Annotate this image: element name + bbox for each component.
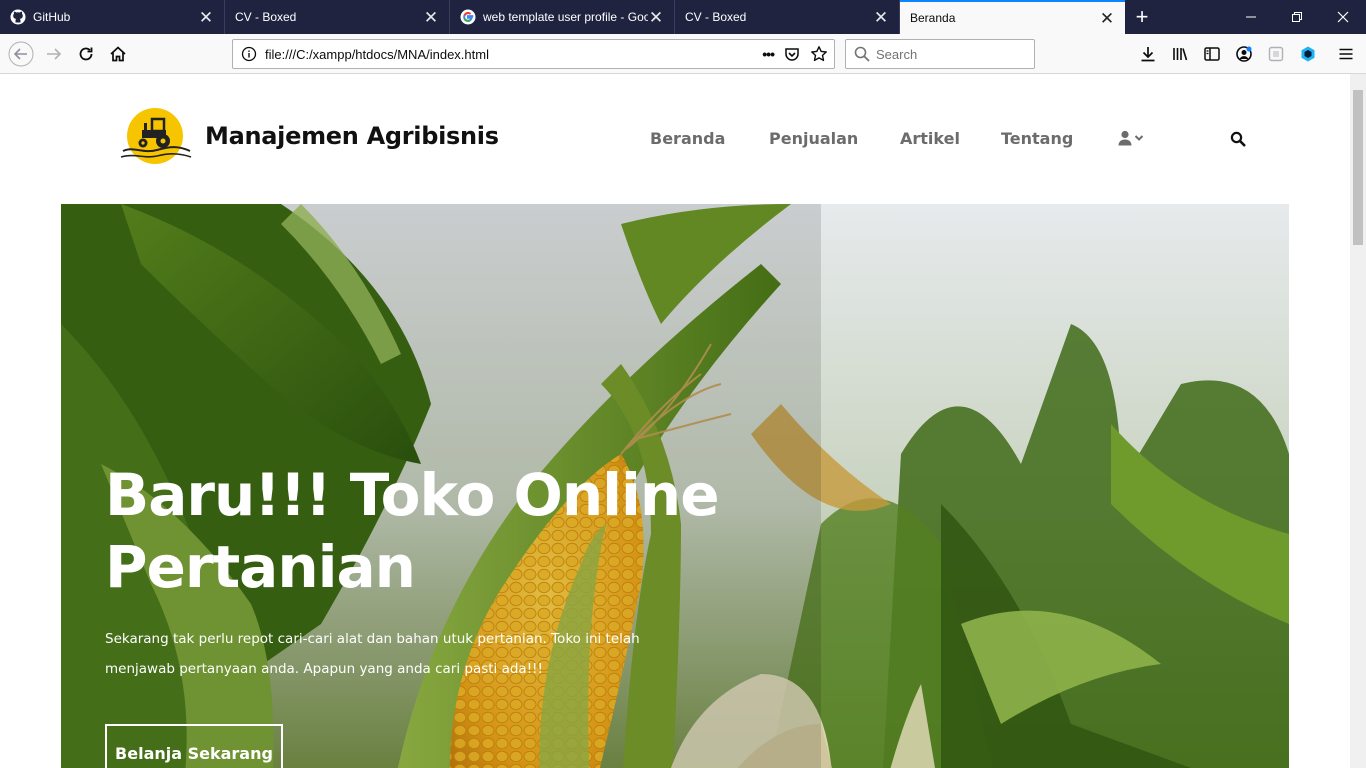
close-tab-icon[interactable]: ✕: [1099, 10, 1115, 27]
nav-artikel[interactable]: Artikel: [900, 129, 960, 148]
browser-search-box[interactable]: [845, 39, 1035, 69]
nav-penjualan[interactable]: Penjualan: [769, 129, 858, 148]
forward-button[interactable]: [38, 38, 70, 70]
browser-tab-github[interactable]: GitHub ✕: [0, 0, 225, 34]
chevron-down-icon: [1134, 135, 1144, 141]
close-tab-icon[interactable]: ✕: [873, 9, 889, 26]
tab-label: Beranda: [910, 11, 956, 25]
browser-search-input[interactable]: [876, 46, 1026, 62]
forward-arrow-icon: [47, 48, 62, 60]
user-dropdown[interactable]: [1118, 130, 1144, 146]
tab-label: web template user profile - Goo: [483, 10, 648, 24]
bookmark-star-icon[interactable]: [810, 45, 828, 63]
search-icon: [1230, 131, 1246, 147]
menu-button[interactable]: [1330, 38, 1362, 70]
browser-tab-cv-boxed[interactable]: CV - Boxed ✕: [225, 0, 450, 34]
tractor-logo-icon[interactable]: [120, 107, 194, 167]
nav-tentang[interactable]: Tentang: [1001, 129, 1073, 148]
sidebar-icon: [1204, 47, 1220, 61]
browser-toolbar: file:///C:/xampp/htdocs/MNA/index.html •…: [0, 34, 1366, 74]
back-arrow-icon: [8, 41, 34, 67]
account-button[interactable]: [1228, 38, 1260, 70]
hero-title-line-2: Pertanian: [105, 533, 416, 601]
tab-label: CV - Boxed: [235, 10, 297, 24]
close-tab-icon[interactable]: ✕: [198, 9, 214, 26]
hero-description-line-2: menjawab pertanyaan anda. Apapun yang an…: [105, 661, 543, 677]
download-icon: [1141, 47, 1155, 62]
google-icon: [460, 9, 476, 25]
pocket-icon[interactable]: [784, 46, 800, 62]
window-controls: [1228, 0, 1366, 34]
hamburger-menu-icon: [1339, 48, 1353, 60]
hero-description-line-1: Sekarang tak perlu repot cari-cari alat …: [105, 631, 640, 647]
browser-tab-beranda[interactable]: Beranda ✕: [900, 0, 1125, 34]
hero-description: Sekarang tak perlu repot cari-cari alat …: [105, 624, 685, 684]
library-icon: [1173, 48, 1188, 61]
minimize-icon[interactable]: [1228, 0, 1274, 34]
close-window-icon[interactable]: [1320, 0, 1366, 34]
extension-icon: [1268, 46, 1284, 62]
url-text[interactable]: file:///C:/xampp/htdocs/MNA/index.html: [265, 47, 762, 62]
cube-extension-icon: [1301, 46, 1315, 62]
reload-button[interactable]: [70, 38, 102, 70]
new-tab-button[interactable]: +: [1125, 0, 1159, 34]
github-icon: [10, 9, 26, 25]
url-bar[interactable]: file:///C:/xampp/htdocs/MNA/index.html •…: [232, 39, 835, 69]
close-tab-icon[interactable]: ✕: [423, 9, 439, 26]
reload-icon: [79, 47, 93, 61]
back-button[interactable]: [5, 38, 37, 70]
extension-button[interactable]: [1260, 38, 1292, 70]
hero-banner: Baru!!! Toko Online Pertanian Sekarang t…: [61, 204, 1289, 768]
tab-label: CV - Boxed: [685, 10, 747, 24]
site-search-button[interactable]: [1230, 131, 1246, 152]
scrollbar-thumb[interactable]: [1353, 90, 1363, 245]
tab-label: GitHub: [33, 10, 71, 24]
site-header: Manajemen Agribisnis Beranda Penjualan A…: [0, 74, 1350, 204]
home-icon: [110, 46, 126, 62]
browser-tab-strip: GitHub ✕ CV - Boxed ✕ web template user …: [0, 0, 1366, 34]
extension-cube-button[interactable]: [1292, 38, 1324, 70]
hero-title: Baru!!! Toko Online Pertanian: [105, 459, 745, 603]
close-tab-icon[interactable]: ✕: [648, 9, 664, 26]
restore-icon[interactable]: [1274, 0, 1320, 34]
search-icon: [854, 46, 870, 62]
info-icon[interactable]: [241, 46, 257, 62]
account-icon: [1236, 46, 1252, 62]
web-page: Manajemen Agribisnis Beranda Penjualan A…: [0, 74, 1350, 768]
site-brand[interactable]: Manajemen Agribisnis: [205, 122, 499, 150]
sidebar-button[interactable]: [1196, 38, 1228, 70]
nav-beranda[interactable]: Beranda: [650, 129, 725, 148]
page-actions-icon[interactable]: •••: [762, 46, 775, 62]
page-scrollbar[interactable]: [1350, 74, 1366, 768]
downloads-button[interactable]: [1132, 38, 1164, 70]
library-button[interactable]: [1164, 38, 1196, 70]
shop-now-button[interactable]: Belanja Sekarang: [105, 724, 283, 768]
home-button[interactable]: [102, 38, 134, 70]
browser-tab-google[interactable]: web template user profile - Goo ✕: [450, 0, 675, 34]
user-icon: [1118, 130, 1132, 146]
browser-tab-cv-boxed-2[interactable]: CV - Boxed ✕: [675, 0, 900, 34]
hero-title-line-1: Baru!!! Toko Online: [105, 461, 720, 529]
